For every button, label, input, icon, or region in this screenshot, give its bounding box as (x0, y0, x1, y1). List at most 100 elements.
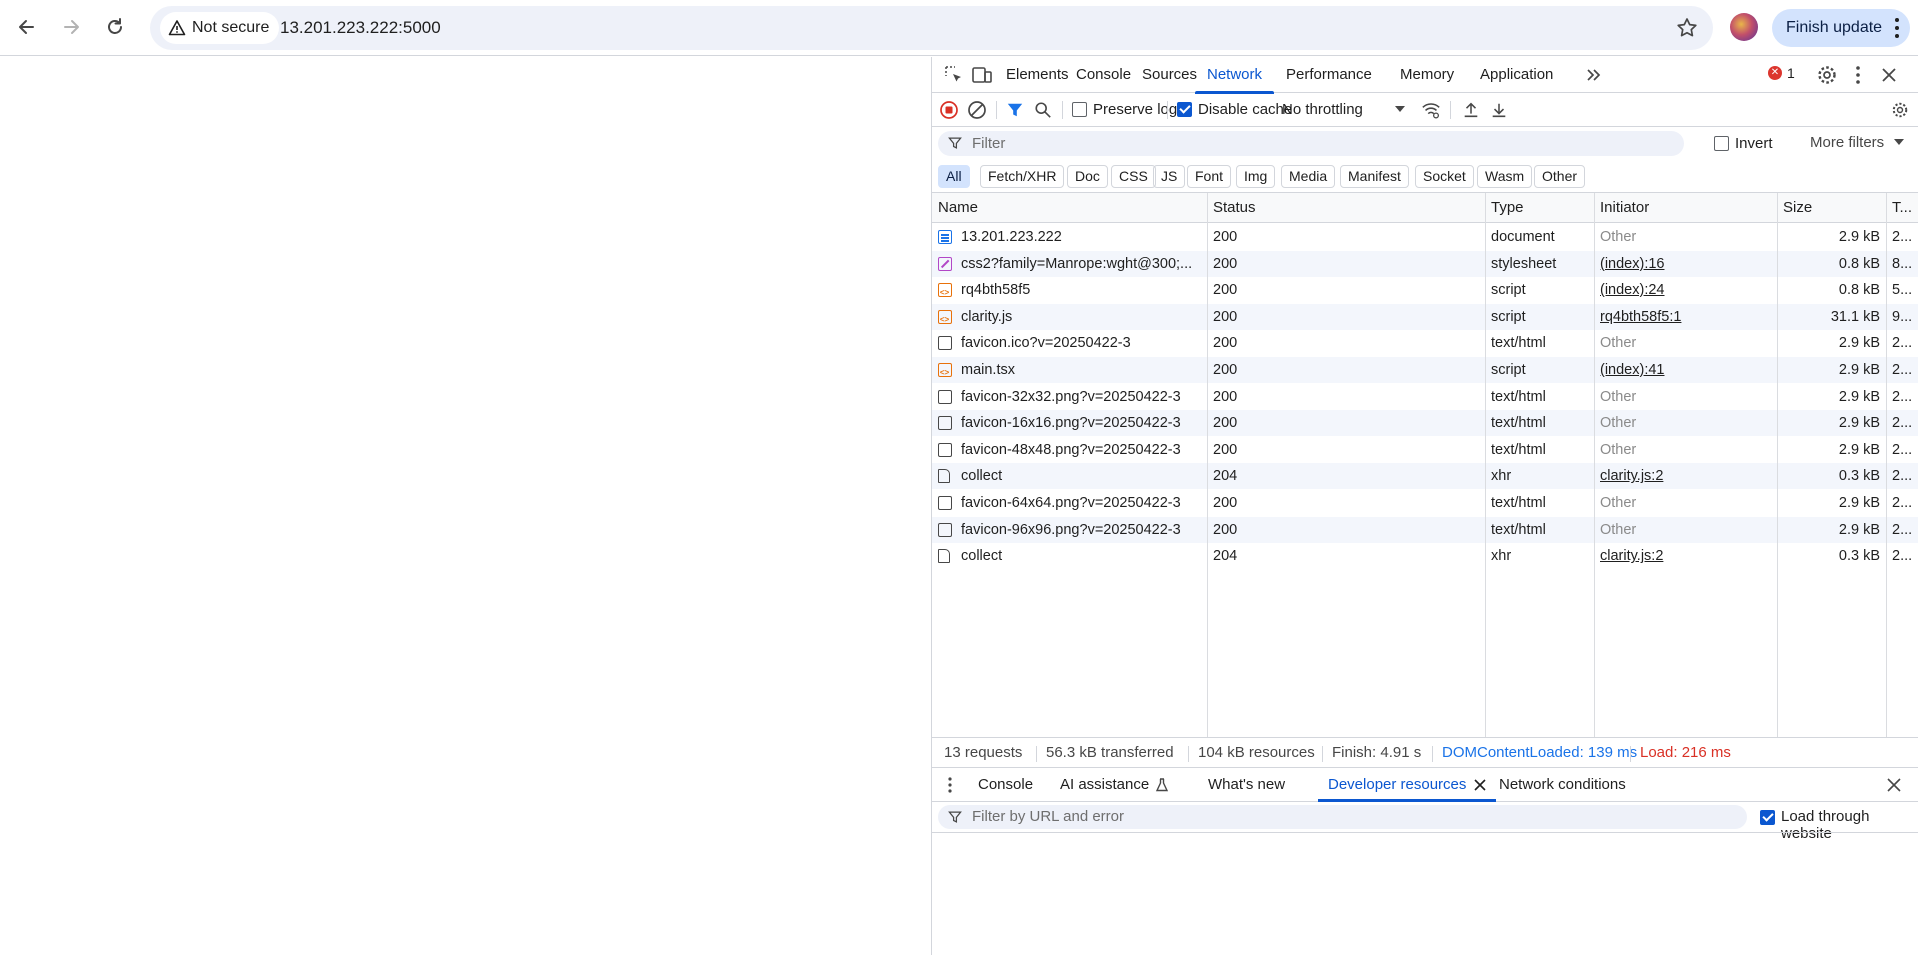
tab-application[interactable]: Application (1468, 57, 1565, 93)
table-row[interactable]: favicon-96x96.png?v=20250422-3 200 text/ht… (932, 516, 1918, 543)
request-time-cell: 2... (1892, 468, 1913, 485)
request-name: favicon-48x48.png?v=20250422-3 (961, 441, 1181, 458)
type-filter-font[interactable]: Font (1187, 165, 1232, 188)
security-chip[interactable]: Not secure (160, 12, 280, 44)
request-time-cell: 2... (1892, 335, 1913, 352)
bookmark-star-icon[interactable] (1675, 16, 1699, 40)
profile-avatar[interactable] (1730, 13, 1758, 41)
close-drawer-icon[interactable] (1887, 778, 1901, 792)
table-row[interactable]: favicon-48x48.png?v=20250422-3 200 text/ht… (932, 437, 1918, 463)
request-initiator-cell[interactable]: (index):41 (1594, 357, 1777, 383)
request-time-cell: 2... (1892, 388, 1913, 405)
reload-button[interactable] (98, 10, 132, 44)
table-row[interactable]: favicon-32x32.png?v=20250422-3 200 text/ht… (932, 384, 1918, 410)
table-row[interactable]: clarity.js 200 script rq4bth58f5:1 31.1 kB 9.… (932, 303, 1918, 330)
disable-cache-checkbox[interactable] (1177, 102, 1192, 117)
type-filter-wasm[interactable]: Wasm (1477, 165, 1533, 188)
network-settings-button[interactable] (1889, 99, 1911, 121)
address-bar[interactable]: Not secure 13.201.223.222:5000 (150, 6, 1713, 50)
back-button[interactable] (10, 10, 44, 44)
request-status-cell: 200 (1213, 255, 1238, 272)
drawer-tab-ai-assistance[interactable]: AI assistance (1050, 768, 1179, 802)
generic-file-icon (938, 522, 952, 537)
load-through-website-checkbox[interactable] (1760, 810, 1775, 825)
tab-memory[interactable]: Memory (1388, 57, 1466, 93)
request-initiator-cell[interactable]: clarity.js:2 (1594, 463, 1777, 489)
forward-button[interactable] (54, 10, 88, 44)
type-filter-socket[interactable]: Socket (1415, 165, 1474, 188)
request-name-cell: collect (932, 543, 1207, 569)
finish-time: Finish: 4.91 s (1332, 744, 1422, 761)
table-row[interactable]: collect 204 xhr clarity.js:2 0.3 kB 2... (932, 543, 1918, 569)
url-text[interactable]: 13.201.223.222:5000 (280, 18, 441, 38)
type-filter-js[interactable]: JS (1153, 165, 1186, 188)
table-row[interactable]: rq4bth58f5 200 script (index):24 0.8 kB 5... (932, 277, 1918, 303)
network-toolbar: Preserve log Disable cache No throttling (932, 93, 1918, 127)
finish-update-button[interactable]: Finish update (1772, 9, 1910, 47)
column-header-initiator[interactable]: Initiator (1594, 193, 1649, 223)
preserve-log-checkbox[interactable] (1072, 102, 1087, 117)
table-row[interactable]: collect 204 xhr clarity.js:2 0.3 kB 2... (932, 463, 1918, 490)
drawer-menu-icon[interactable] (942, 776, 958, 794)
import-har-button[interactable] (1460, 99, 1482, 121)
type-filter-all[interactable]: All (938, 165, 970, 188)
table-row[interactable]: 13.201.223.222 200 document Other 2.9 kB 2... (932, 224, 1918, 250)
type-filter-media[interactable]: Media (1281, 165, 1336, 188)
request-name-cell: main.tsx (932, 357, 1207, 383)
table-row[interactable]: main.tsx 200 script (index):41 2.9 kB 2... (932, 357, 1918, 383)
request-initiator-cell[interactable]: (index):16 (1594, 251, 1777, 277)
search-button[interactable] (1032, 99, 1054, 121)
close-tab-icon[interactable] (1474, 779, 1486, 791)
request-name: 13.201.223.222 (961, 229, 1062, 245)
close-devtools-icon[interactable] (1877, 63, 1901, 87)
type-filter-fetch-xhr[interactable]: Fetch/XHR (980, 165, 1065, 188)
devtools-panel: Elements Console Sources Network Perform… (931, 57, 1918, 955)
inspect-element-icon[interactable] (942, 63, 966, 87)
drawer-tab-developer-resources[interactable]: Developer resources (1318, 768, 1497, 802)
request-initiator-cell[interactable]: clarity.js:2 (1594, 543, 1777, 569)
request-status-cell: 200 (1213, 308, 1238, 325)
network-conditions-button[interactable] (1420, 99, 1442, 121)
request-status-cell: 200 (1213, 495, 1238, 511)
column-header-status[interactable]: Status (1207, 193, 1256, 223)
request-initiator-cell[interactable]: rq4bth58f5:1 (1594, 304, 1777, 330)
throttling-select[interactable]: No throttling (1282, 93, 1412, 127)
load-time: Load: 216 ms (1640, 744, 1731, 761)
more-filters-button[interactable]: More filters (1810, 134, 1905, 151)
request-name: favicon.ico?v=20250422-3 (961, 335, 1131, 352)
export-har-button[interactable] (1488, 99, 1510, 121)
table-row[interactable]: css2?family=Manrope:wght@300;... 200 style… (932, 250, 1918, 277)
filter-toggle-button[interactable] (1004, 99, 1026, 121)
invert-checkbox[interactable] (1714, 136, 1729, 151)
drawer-tab-network-conditions[interactable]: Network conditions (1489, 768, 1636, 802)
tab-performance[interactable]: Performance (1274, 57, 1384, 93)
type-filter-doc[interactable]: Doc (1067, 165, 1108, 188)
drawer-tab-whats-new[interactable]: What's new (1198, 768, 1295, 802)
table-row[interactable]: favicon.ico?v=20250422-3 200 text/html Othe… (932, 330, 1918, 356)
request-initiator-cell[interactable]: (index):24 (1594, 277, 1777, 303)
type-filter-other[interactable]: Other (1534, 165, 1586, 188)
filter-input[interactable]: Filter (938, 131, 1684, 156)
type-filter-css[interactable]: CSS (1111, 165, 1156, 188)
column-header-name[interactable]: Name (932, 193, 978, 223)
type-filter-img[interactable]: Img (1236, 165, 1276, 188)
tab-network[interactable]: Network (1195, 57, 1275, 94)
type-filter-manifest[interactable]: Manifest (1340, 165, 1409, 188)
more-tabs-chevron-icon[interactable] (1582, 63, 1606, 87)
column-header-time[interactable]: T... (1886, 193, 1912, 223)
request-name-cell: 13.201.223.222 (932, 224, 1207, 250)
settings-gear-icon[interactable] (1815, 63, 1839, 87)
column-header-type[interactable]: Type (1485, 193, 1524, 223)
device-toolbar-icon[interactable] (970, 63, 994, 87)
table-row[interactable]: favicon-16x16.png?v=20250422-3 200 text/ht… (932, 410, 1918, 437)
more-options-icon[interactable] (1846, 63, 1870, 87)
column-header-size[interactable]: Size (1777, 193, 1812, 223)
error-count-badge[interactable]: ✕ 1 (1768, 65, 1795, 81)
table-row[interactable]: favicon-64x64.png?v=20250422-3 200 text/ht… (932, 490, 1918, 516)
drawer-tab-console[interactable]: Console (968, 768, 1043, 802)
clear-button[interactable] (966, 99, 988, 121)
url-error-filter-input[interactable]: Filter by URL and error (938, 805, 1747, 829)
request-type-cell: text/html (1491, 441, 1546, 458)
record-button[interactable] (938, 99, 960, 121)
request-initiator-cell: Other (1600, 335, 1637, 352)
